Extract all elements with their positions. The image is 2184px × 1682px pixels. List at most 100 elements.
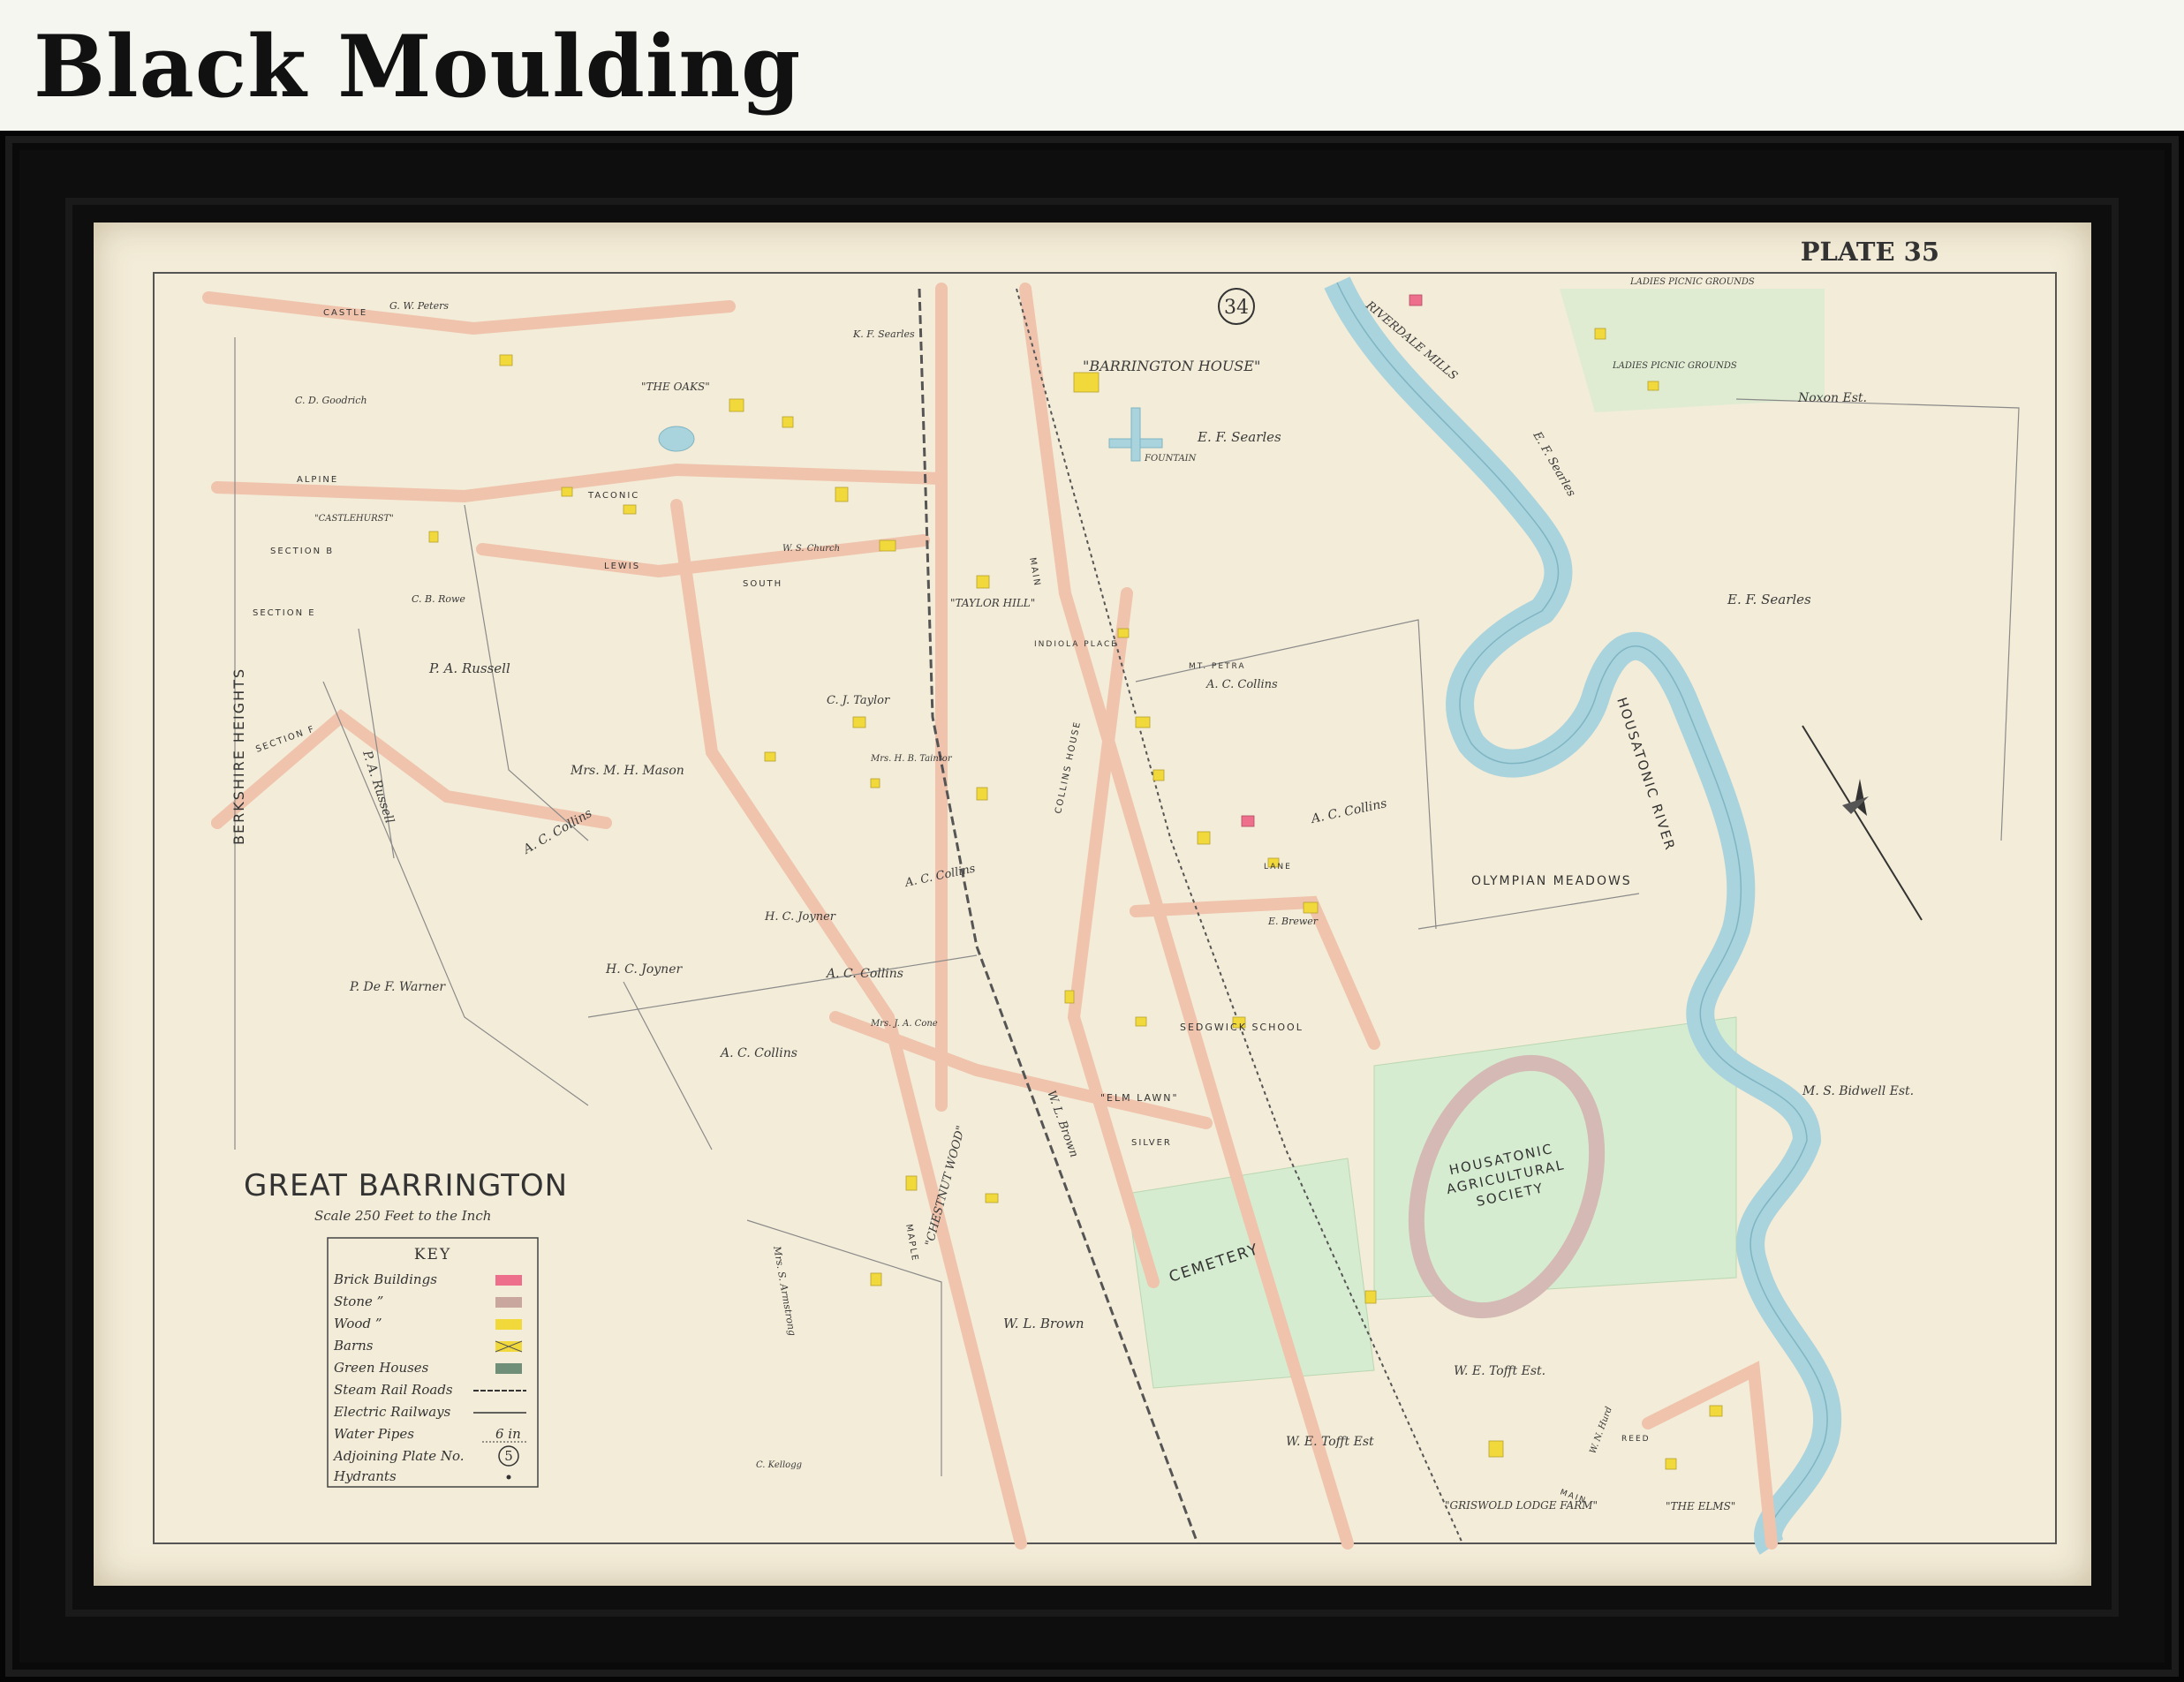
label-we-tofft-1: W. E. Tofft Est. <box>1454 1364 1545 1378</box>
label-mt-petra: MT. PETRA <box>1189 662 1246 671</box>
label-wn-hurd: W. N. Hurd <box>1588 1406 1613 1455</box>
label-ac-collins-5: A. C. Collins <box>719 1046 797 1060</box>
label-alpine-st: ALPINE <box>297 475 338 485</box>
key-note-adjoining: 5 <box>504 1448 513 1464</box>
label-wl-brown-1: W. L. Brown <box>1003 1316 1084 1331</box>
label-berkshire-heights: BERKSHIRE HEIGHTS <box>230 668 247 845</box>
label-elm-lawn: "ELM LAWN" <box>1100 1092 1179 1104</box>
neat-line <box>153 272 2057 1544</box>
label-the-elms: "THE ELMS" <box>1666 1500 1735 1512</box>
label-indiola-place: INDIOLA PLACE <box>1034 640 1118 649</box>
label-mrs-taintor: Mrs. H. B. Taintor <box>870 754 953 764</box>
label-castlehurst: "CASTLEHURST" <box>314 514 394 524</box>
key-label-electric: Electric Railways <box>333 1404 451 1420</box>
label-cd-goodrich: C. D. Goodrich <box>295 395 367 406</box>
page-heading: Black Moulding <box>34 17 802 117</box>
key-note-water-pipes: 6 in <box>495 1426 521 1442</box>
label-section-b: SECTION B <box>270 547 334 556</box>
key-swatch-brick <box>495 1275 522 1286</box>
label-sedgwick-school: SEDGWICK SCHOOL <box>1180 1022 1304 1033</box>
label-ef-searles-2: E. F. Searles <box>1530 429 1578 500</box>
label-wl-brown-2: W. L. Brown <box>1044 1089 1080 1159</box>
berkshire-road <box>211 709 612 829</box>
key-label-green-houses: Green Houses <box>334 1360 429 1376</box>
key-label-brick: Brick Buildings <box>333 1271 437 1287</box>
silver-street-road <box>829 1011 1213 1129</box>
label-cb-rowe: C. B. Rowe <box>412 593 465 605</box>
label-mrs-armstrong: Mrs. S. Armstrong <box>771 1244 798 1337</box>
key-label-wood: Wood ” <box>334 1316 382 1331</box>
key-swatch-stone <box>495 1297 522 1308</box>
label-section-e: SECTION E <box>253 608 316 618</box>
label-ws-church: W. S. Church <box>782 544 840 554</box>
label-c-kellogg: C. Kellogg <box>756 1460 802 1470</box>
town-title: GREAT BARRINGTON <box>244 1168 568 1203</box>
label-silver-st: SILVER <box>1131 1138 1172 1148</box>
pond <box>658 426 695 452</box>
label-lewis-ave: LEWIS <box>604 562 640 571</box>
key-row: Adjoining Plate No. 5 <box>332 1445 519 1467</box>
label-noxon: Noxon Est. <box>1797 391 1867 405</box>
atlas-map: PLATE 35 34 "BARRINGTON HOUSE" E. F. Sea… <box>153 237 2057 1555</box>
key-row: Green Houses <box>334 1360 522 1376</box>
label-south-st: SOUTH <box>743 579 782 589</box>
river-edge <box>1336 282 1828 1548</box>
map-key: KEY Brick Buildings Stone ” Wood ” Barns… <box>327 1237 539 1488</box>
lewis-south-road <box>476 534 930 578</box>
label-hc-joyner-1: H. C. Joyner <box>605 962 683 977</box>
label-ac-collins-1: A. C. Collins <box>1205 678 1278 691</box>
label-pa-russell-1: P. A. Russell <box>428 660 510 676</box>
key-title: KEY <box>414 1246 451 1263</box>
key-row: Brick Buildings <box>333 1271 522 1287</box>
key-row: Stone ” <box>334 1294 522 1309</box>
label-ef-searles-3: E. F. Searles <box>1727 592 1811 607</box>
label-ac-collins-4: A. C. Collins <box>825 967 903 981</box>
label-ms-bidwell: M. S. Bidwell Est. <box>1802 1084 1914 1098</box>
label-ed-brewer: E. Brewer <box>1267 916 1319 927</box>
road-network <box>202 283 1778 1550</box>
label-mrs-mason: Mrs. M. H. Mason <box>570 764 684 778</box>
cemetery-area <box>1126 1158 1375 1389</box>
label-castle-st: CASTLE <box>323 308 367 318</box>
label-gw-peters: G. W. Peters <box>389 300 449 312</box>
label-barrington-house: "BARRINGTON HOUSE" <box>1083 358 1260 374</box>
compass-rose-icon <box>1802 725 1923 921</box>
label-reed-st: REED <box>1621 1435 1651 1444</box>
map-scale: Scale 250 Feet to the Inch <box>314 1208 491 1224</box>
key-row: Electric Railways <box>333 1404 526 1420</box>
label-we-tofft-2: W. E. Tofft Est <box>1286 1435 1374 1449</box>
label-maple-ave: MAPLE <box>903 1224 919 1263</box>
label-mrs-cone: Mrs. J. A. Cone <box>870 1019 938 1029</box>
key-row: Steam Rail Roads <box>334 1382 526 1398</box>
label-housatonic-river: HOUSATONIC RIVER <box>1613 696 1678 853</box>
label-lane: LANE <box>1264 863 1292 871</box>
key-row: Water Pipes 6 in <box>334 1426 526 1443</box>
key-row: Hydrants <box>333 1468 511 1484</box>
key-label-steam-rail: Steam Rail Roads <box>334 1382 453 1398</box>
plate-number: PLATE 35 <box>1801 237 1939 267</box>
label-pde-warner: P. De F. Warner <box>349 980 446 994</box>
label-kt-searles: K. F. Searles <box>852 328 915 340</box>
label-ac-collins-2: A. C. Collins <box>1309 796 1388 826</box>
key-label-barns: Barns <box>333 1338 374 1354</box>
label-fountain: FOUNTAIN <box>1144 454 1198 464</box>
label-ladies-picnic: LADIES PICNIC GROUNDS <box>1612 361 1737 371</box>
fountain-cross <box>1108 407 1163 462</box>
key-swatch-wood <box>495 1319 522 1330</box>
label-main-st: MAIN <box>1027 557 1042 588</box>
label-ladies-picnic-top: LADIES PICNIC GROUNDS <box>1629 277 1755 287</box>
label-the-oaks: "THE OAKS" <box>641 381 710 393</box>
key-swatch-hydrant-dot <box>506 1475 511 1480</box>
label-taconic-ave: TACONIC <box>587 491 639 501</box>
adjoining-plate-number: 34 <box>1224 297 1249 319</box>
key-row: Barns <box>333 1338 523 1354</box>
key-label-water-pipes: Water Pipes <box>334 1426 414 1442</box>
label-olympian-meadows: OLYMPIAN MEADOWS <box>1471 874 1632 888</box>
castle-street-road <box>202 291 736 336</box>
label-cj-taylor: C. J. Taylor <box>827 694 890 707</box>
label-collins-house: COLLINS HOUSE <box>1054 720 1083 814</box>
key-label-stone: Stone ” <box>334 1294 383 1309</box>
collins-road <box>1067 587 1160 1288</box>
reed-street-road <box>1642 1361 1778 1550</box>
housatonic-river <box>1324 276 1842 1555</box>
